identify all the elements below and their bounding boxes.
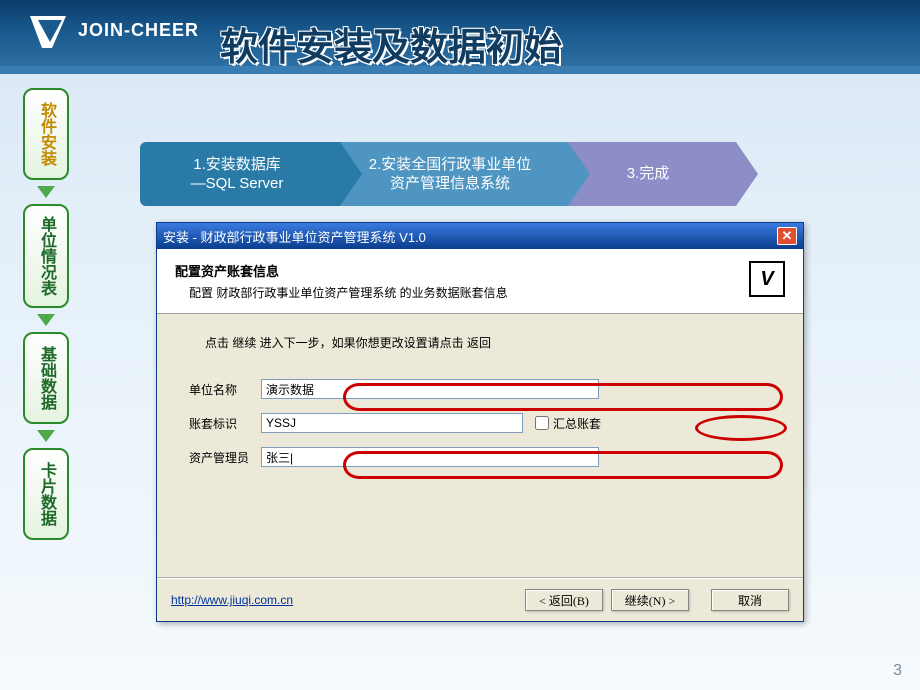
hint-text: 点击 继续 进入下一步，如果你想更改设置请点击 返回 bbox=[189, 334, 771, 351]
chevron-right-icon bbox=[568, 142, 590, 206]
step-3-label: 3.完成 bbox=[590, 164, 706, 184]
asset-admin-label: 资产管理员 bbox=[189, 449, 261, 466]
sidebar-item-install[interactable]: 软件安装 bbox=[23, 88, 69, 180]
step-1-line1: 1.安装数据库 bbox=[164, 155, 310, 175]
sidebar-item-basedata[interactable]: 基础数据 bbox=[23, 332, 69, 424]
sidebar: 软件安装 单位情况表 基础数据 卡片数据 bbox=[18, 88, 74, 546]
summary-checkbox-wrap[interactable]: 汇总账套 bbox=[535, 415, 601, 432]
org-name-label: 单位名称 bbox=[189, 381, 261, 398]
row-account-code: 账套标识 汇总账套 bbox=[189, 413, 771, 433]
window-footer: http://www.jiuqi.com.cn < 返回(B) 继续(N) > … bbox=[157, 577, 803, 621]
chevron-right-icon bbox=[736, 142, 758, 206]
cancel-button[interactable]: 取消 bbox=[711, 589, 789, 611]
back-button[interactable]: < 返回(B) bbox=[525, 589, 603, 611]
brand-logo: JOIN-CHEER bbox=[24, 6, 199, 54]
sidebar-item-org[interactable]: 单位情况表 bbox=[23, 204, 69, 308]
account-code-input[interactable] bbox=[261, 413, 523, 433]
close-icon: ✕ bbox=[782, 228, 793, 244]
vendor-link[interactable]: http://www.jiuqi.com.cn bbox=[171, 593, 293, 607]
next-button[interactable]: 继续(N) > bbox=[611, 589, 689, 611]
step-2-line1: 2.安装全国行政事业单位 bbox=[362, 155, 538, 175]
setup-body: 点击 继续 进入下一步，如果你想更改设置请点击 返回 单位名称 账套标识 汇总账… bbox=[157, 314, 803, 491]
page-number: 3 bbox=[893, 662, 902, 680]
brand-mark-icon bbox=[24, 6, 72, 54]
summary-checkbox[interactable] bbox=[535, 416, 549, 430]
summary-label: 汇总账套 bbox=[553, 415, 601, 432]
setup-header: 配置资产账套信息 配置 财政部行政事业单位资产管理系统 的业务数据账套信息 V bbox=[157, 249, 803, 314]
arrow-down-icon bbox=[37, 186, 55, 198]
window-title-text: 安装 - 财政部行政事业单位资产管理系统 V1.0 bbox=[163, 227, 426, 246]
process-steps: 1.安装数据库 —SQL Server 2.安装全国行政事业单位 资产管理信息系… bbox=[140, 142, 736, 206]
step-2-line2: 资产管理信息系统 bbox=[362, 174, 538, 194]
installer-window: 安装 - 财政部行政事业单位资产管理系统 V1.0 ✕ 配置资产账套信息 配置 … bbox=[156, 222, 804, 622]
step-1-line2: —SQL Server bbox=[164, 174, 310, 194]
asset-admin-input[interactable] bbox=[261, 447, 599, 467]
arrow-down-icon bbox=[37, 314, 55, 326]
chevron-right-icon bbox=[340, 142, 362, 206]
org-name-input[interactable] bbox=[261, 379, 599, 399]
header: JOIN-CHEER 软件安装及数据初始 bbox=[0, 0, 920, 74]
sidebar-item-carddata[interactable]: 卡片数据 bbox=[23, 448, 69, 540]
window-titlebar[interactable]: 安装 - 财政部行政事业单位资产管理系统 V1.0 ✕ bbox=[157, 223, 803, 249]
section-subtitle: 配置 财政部行政事业单位资产管理系统 的业务数据账套信息 bbox=[175, 284, 508, 301]
row-asset-admin: 资产管理员 bbox=[189, 447, 771, 467]
setup-icon: V bbox=[749, 261, 785, 297]
page-title: 软件安装及数据初始 bbox=[220, 16, 562, 71]
arrow-down-icon bbox=[37, 430, 55, 442]
brand-text: JOIN-CHEER bbox=[78, 20, 199, 41]
row-org-name: 单位名称 bbox=[189, 379, 771, 399]
account-code-label: 账套标识 bbox=[189, 415, 261, 432]
section-title: 配置资产账套信息 bbox=[175, 261, 508, 280]
close-button[interactable]: ✕ bbox=[777, 227, 797, 245]
step-1: 1.安装数据库 —SQL Server bbox=[140, 142, 340, 206]
